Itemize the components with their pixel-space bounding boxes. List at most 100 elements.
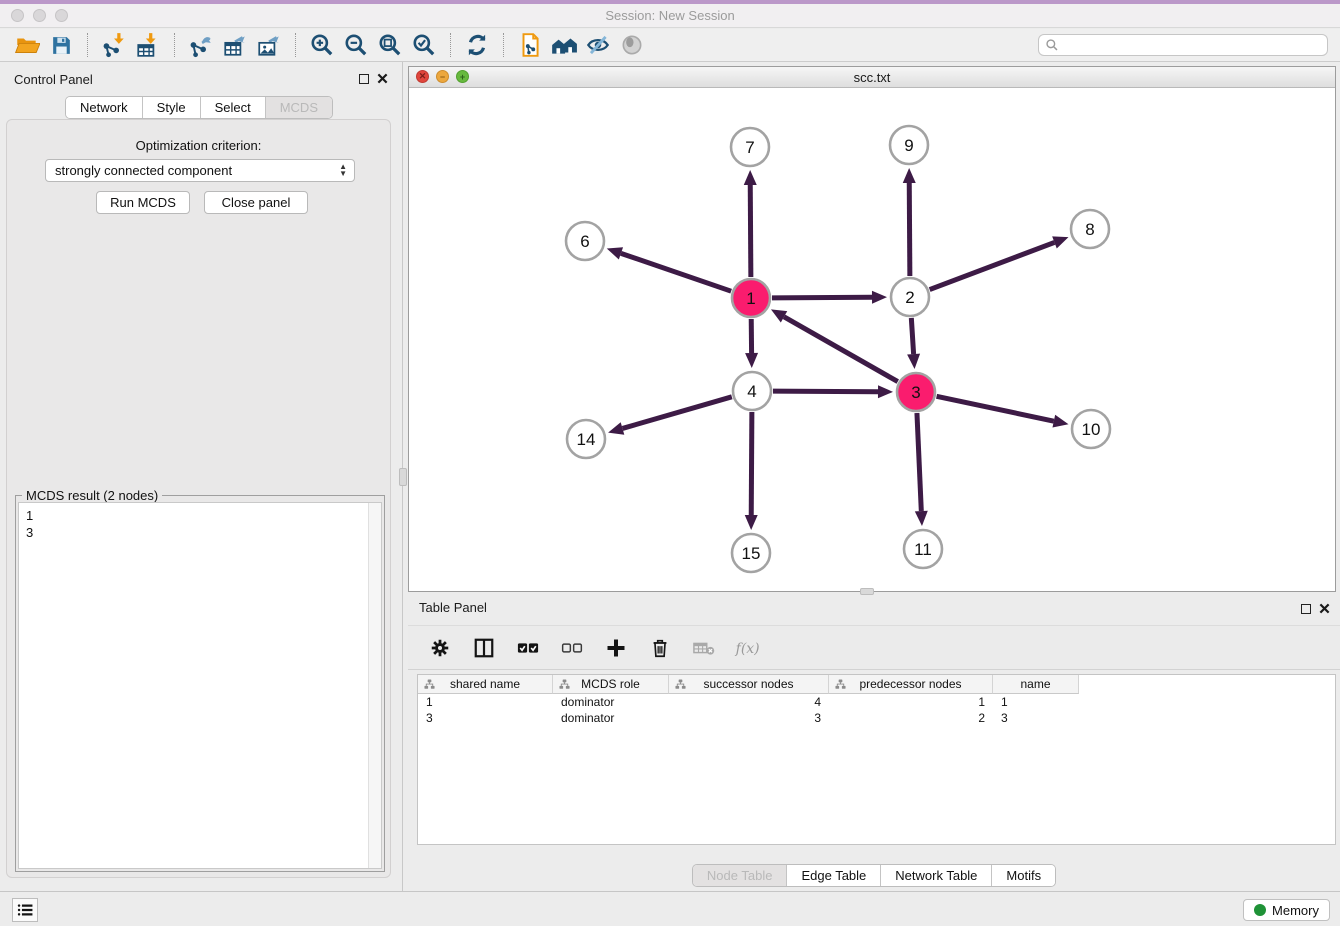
svg-text:14: 14 bbox=[577, 430, 596, 449]
zoom-out-button[interactable] bbox=[339, 31, 373, 59]
close-panel-button[interactable]: Close panel bbox=[204, 191, 308, 214]
export-image-button[interactable] bbox=[252, 31, 286, 59]
zoom-in-button[interactable] bbox=[305, 31, 339, 59]
tab-node-table[interactable]: Node Table bbox=[693, 865, 787, 886]
tab-edge-table[interactable]: Edge Table bbox=[786, 865, 880, 886]
export-table-button[interactable] bbox=[218, 31, 252, 59]
network-window-titlebar[interactable]: ✕ − + scc.txt bbox=[409, 67, 1335, 88]
tab-mcds[interactable]: MCDS bbox=[265, 97, 332, 118]
network-canvas[interactable]: 7 9 6 8 1 2 4 3 14 10 15 11 bbox=[409, 88, 1335, 591]
graph-node-4[interactable]: 4 bbox=[733, 372, 771, 410]
function-builder-button[interactable]: f(x) bbox=[734, 634, 762, 662]
import-table-button[interactable] bbox=[131, 31, 165, 59]
delete-table-button[interactable] bbox=[690, 634, 718, 662]
run-mcds-button[interactable]: Run MCDS bbox=[96, 191, 190, 214]
duplicate-network-icon bbox=[517, 32, 543, 58]
duplicate-network-button[interactable] bbox=[513, 31, 547, 59]
export-network-button[interactable] bbox=[184, 31, 218, 59]
zoom-fit-button[interactable] bbox=[373, 31, 407, 59]
search-input[interactable] bbox=[1059, 36, 1327, 54]
split-panel-button[interactable] bbox=[470, 634, 498, 662]
column-header-name[interactable]: name bbox=[993, 675, 1079, 694]
graph-node-11[interactable]: 11 bbox=[904, 530, 942, 568]
result-scrollbar[interactable] bbox=[368, 503, 381, 868]
svg-text:11: 11 bbox=[914, 540, 932, 559]
column-header-MCDS-role[interactable]: MCDS role bbox=[553, 675, 669, 694]
tab-motifs[interactable]: Motifs bbox=[991, 865, 1055, 886]
save-session-button[interactable] bbox=[44, 31, 78, 59]
float-panel-icon[interactable] bbox=[359, 74, 369, 84]
mcds-panel: Optimization criterion: strongly connect… bbox=[6, 119, 391, 878]
toggle-graphics-details-button[interactable] bbox=[581, 31, 615, 59]
mcds-result-area[interactable]: 13 bbox=[18, 502, 382, 869]
open-session-button[interactable] bbox=[10, 31, 44, 59]
status-bar: Memory bbox=[0, 891, 1340, 926]
graph-edge-2-9[interactable] bbox=[903, 168, 916, 276]
export-network-icon bbox=[188, 32, 214, 58]
table-row[interactable]: 1dominator411 bbox=[418, 694, 1335, 710]
graph-node-7[interactable]: 7 bbox=[731, 128, 769, 166]
table-row[interactable]: 3dominator323 bbox=[418, 710, 1335, 726]
memory-button[interactable]: Memory bbox=[1243, 899, 1330, 921]
graph-node-8[interactable]: 8 bbox=[1071, 210, 1109, 248]
graph-edge-4-3[interactable] bbox=[773, 385, 893, 398]
plus-icon bbox=[604, 636, 628, 660]
graph-node-1[interactable]: 1 bbox=[732, 279, 770, 317]
select-all-button[interactable] bbox=[514, 634, 542, 662]
delete-entry-button[interactable] bbox=[646, 634, 674, 662]
panel-splitter[interactable] bbox=[399, 62, 407, 891]
graph-edge-1-2[interactable] bbox=[772, 291, 887, 304]
column-header-successor-nodes[interactable]: successor nodes bbox=[669, 675, 829, 694]
tab-select[interactable]: Select bbox=[200, 97, 265, 118]
graph-node-3[interactable]: 3 bbox=[897, 373, 935, 411]
tab-style[interactable]: Style bbox=[142, 97, 200, 118]
graph-node-10[interactable]: 10 bbox=[1072, 410, 1110, 448]
task-history-button[interactable] bbox=[12, 898, 38, 922]
window-title: Session: New Session bbox=[0, 8, 1340, 23]
graph-node-9[interactable]: 9 bbox=[890, 126, 928, 164]
graph-edge-1-6[interactable] bbox=[607, 247, 731, 291]
graph-edge-3-11[interactable] bbox=[915, 413, 928, 526]
graph-edge-4-14[interactable] bbox=[608, 397, 732, 435]
graph-edge-3-1[interactable] bbox=[771, 309, 898, 381]
deselect-all-button[interactable] bbox=[558, 634, 586, 662]
main-toolbar bbox=[0, 29, 1340, 62]
toolbar-separator bbox=[174, 33, 175, 57]
graph-node-2[interactable]: 2 bbox=[891, 278, 929, 316]
add-entry-button[interactable] bbox=[602, 634, 630, 662]
apply-layout-button[interactable] bbox=[460, 31, 494, 59]
column-header-predecessor-nodes[interactable]: predecessor nodes bbox=[829, 675, 993, 694]
zoom-selected-button[interactable] bbox=[407, 31, 441, 59]
close-table-panel-icon[interactable] bbox=[1319, 603, 1330, 614]
graph-node-6[interactable]: 6 bbox=[566, 222, 604, 260]
horizontal-splitter-grabber[interactable] bbox=[860, 588, 874, 595]
graph-edge-4-15[interactable] bbox=[745, 412, 758, 530]
float-table-panel-icon[interactable] bbox=[1301, 604, 1311, 614]
birdseye-view-button[interactable] bbox=[615, 31, 649, 59]
houses-icon bbox=[550, 32, 578, 58]
tab-network[interactable]: Network bbox=[66, 97, 142, 118]
column-type-icon bbox=[835, 679, 846, 693]
table-cell: 3 bbox=[418, 710, 553, 726]
graph-edge-1-4[interactable] bbox=[745, 319, 758, 368]
zoom-in-icon bbox=[309, 32, 335, 58]
close-panel-icon[interactable] bbox=[377, 73, 388, 84]
graph-node-14[interactable]: 14 bbox=[567, 420, 605, 458]
import-network-button[interactable] bbox=[97, 31, 131, 59]
show-networks-home-button[interactable] bbox=[547, 31, 581, 59]
control-panel-tabs: NetworkStyleSelectMCDS bbox=[65, 96, 333, 119]
graph-edge-2-3[interactable] bbox=[907, 318, 920, 369]
import-network-icon bbox=[101, 32, 127, 58]
tab-network-table[interactable]: Network Table bbox=[880, 865, 991, 886]
graph-edge-3-10[interactable] bbox=[937, 396, 1069, 427]
table-settings-button[interactable] bbox=[426, 634, 454, 662]
column-header-shared-name[interactable]: shared name bbox=[418, 675, 553, 694]
select-all-icon bbox=[516, 637, 540, 659]
table-panel-title: Table Panel bbox=[419, 600, 487, 615]
splitter-grabber[interactable] bbox=[399, 468, 407, 486]
graph-edge-1-7[interactable] bbox=[744, 170, 757, 277]
graph-edge-2-8[interactable] bbox=[930, 236, 1069, 289]
graph-node-15[interactable]: 15 bbox=[732, 534, 770, 572]
column-type-icon bbox=[559, 679, 570, 693]
criterion-dropdown[interactable]: strongly connected component ▲▼ bbox=[45, 159, 355, 182]
